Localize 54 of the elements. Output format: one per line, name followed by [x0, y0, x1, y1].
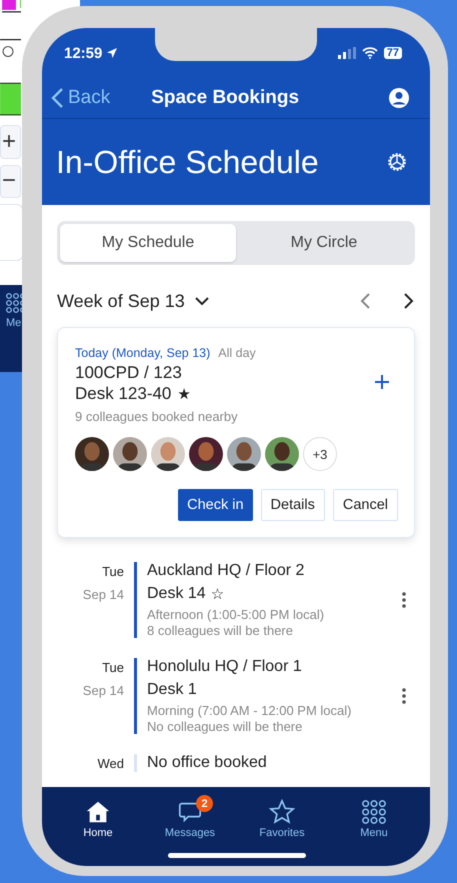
booking-location: Honolulu HQ / Floor 1: [147, 658, 303, 676]
day-name: Tue: [102, 660, 124, 675]
booking-location: 100CPD / 123: [75, 363, 183, 383]
more-avatars-count[interactable]: +3: [303, 437, 337, 471]
nav-title: Space Bookings: [150, 87, 300, 109]
favorite-star[interactable]: ☆: [210, 585, 224, 603]
booking-duration: All day: [218, 346, 256, 360]
unread-badge: 2: [196, 795, 213, 812]
no-booking-text: No office booked: [147, 754, 268, 772]
booking-date: Today (Monday, Sep 13): [75, 346, 210, 360]
location-arrow-icon: [106, 47, 118, 59]
desk-name: Desk 1: [147, 681, 197, 699]
day-date: Sep 14: [82, 587, 124, 602]
favorite-star[interactable]: ★: [177, 385, 191, 403]
zoom-out-button[interactable]: −: [0, 164, 21, 198]
chevron-left-icon[interactable]: [50, 87, 64, 109]
status-time: 12:59: [64, 44, 118, 62]
battery-indicator: 77: [384, 47, 402, 59]
zoom-in-button[interactable]: +: [0, 124, 21, 159]
home-icon: [85, 799, 111, 825]
tab-item[interactable]: Menu: [328, 787, 420, 866]
plus-icon[interactable]: [374, 374, 390, 390]
settings-icon[interactable]: [386, 151, 408, 173]
desk-name: Desk 123-40: [75, 384, 172, 404]
tab-item[interactable]: Favorites: [236, 787, 328, 866]
grid-icon: [361, 799, 387, 825]
colleagues-text: 8 colleagues will be there: [147, 623, 294, 638]
wifi-icon: [362, 47, 378, 59]
more-options-icon[interactable]: [401, 591, 407, 609]
day-date: Sep 14: [82, 683, 124, 698]
back-button[interactable]: Back: [50, 87, 110, 109]
more-options-icon[interactable]: [401, 687, 407, 705]
booking-location: Auckland HQ / Floor 2: [147, 562, 306, 580]
timeline-bar: [134, 754, 137, 772]
booking-time: Afternoon (1:00-5:00 PM local): [147, 607, 326, 622]
segment-tab[interactable]: My Schedule: [60, 224, 236, 262]
day-name: Wed: [98, 756, 124, 771]
action-button[interactable]: Cancel: [332, 489, 398, 521]
action-button[interactable]: Check in: [178, 489, 253, 521]
tab-item[interactable]: Home: [52, 787, 144, 866]
star-icon: [269, 799, 295, 825]
week-selector[interactable]: Week of Sep 13: [57, 290, 209, 312]
signal-icon: [338, 47, 356, 59]
caret-down-icon[interactable]: [194, 296, 209, 306]
action-button[interactable]: Details: [260, 489, 325, 521]
tab-label: Me: [6, 316, 22, 329]
segment-tab[interactable]: My Circle: [236, 224, 412, 262]
booking-time: Morning (7:00 AM - 12:00 PM local): [147, 703, 352, 718]
page-title: In-Office Schedule: [56, 144, 319, 180]
day-name: Tue: [102, 564, 124, 579]
desk-name: Desk 14: [147, 585, 206, 603]
nearby-colleagues-text: 9 colleagues booked nearby: [75, 409, 239, 424]
colleagues-text: No colleagues will be there: [147, 719, 304, 734]
user-icon[interactable]: [388, 87, 410, 109]
